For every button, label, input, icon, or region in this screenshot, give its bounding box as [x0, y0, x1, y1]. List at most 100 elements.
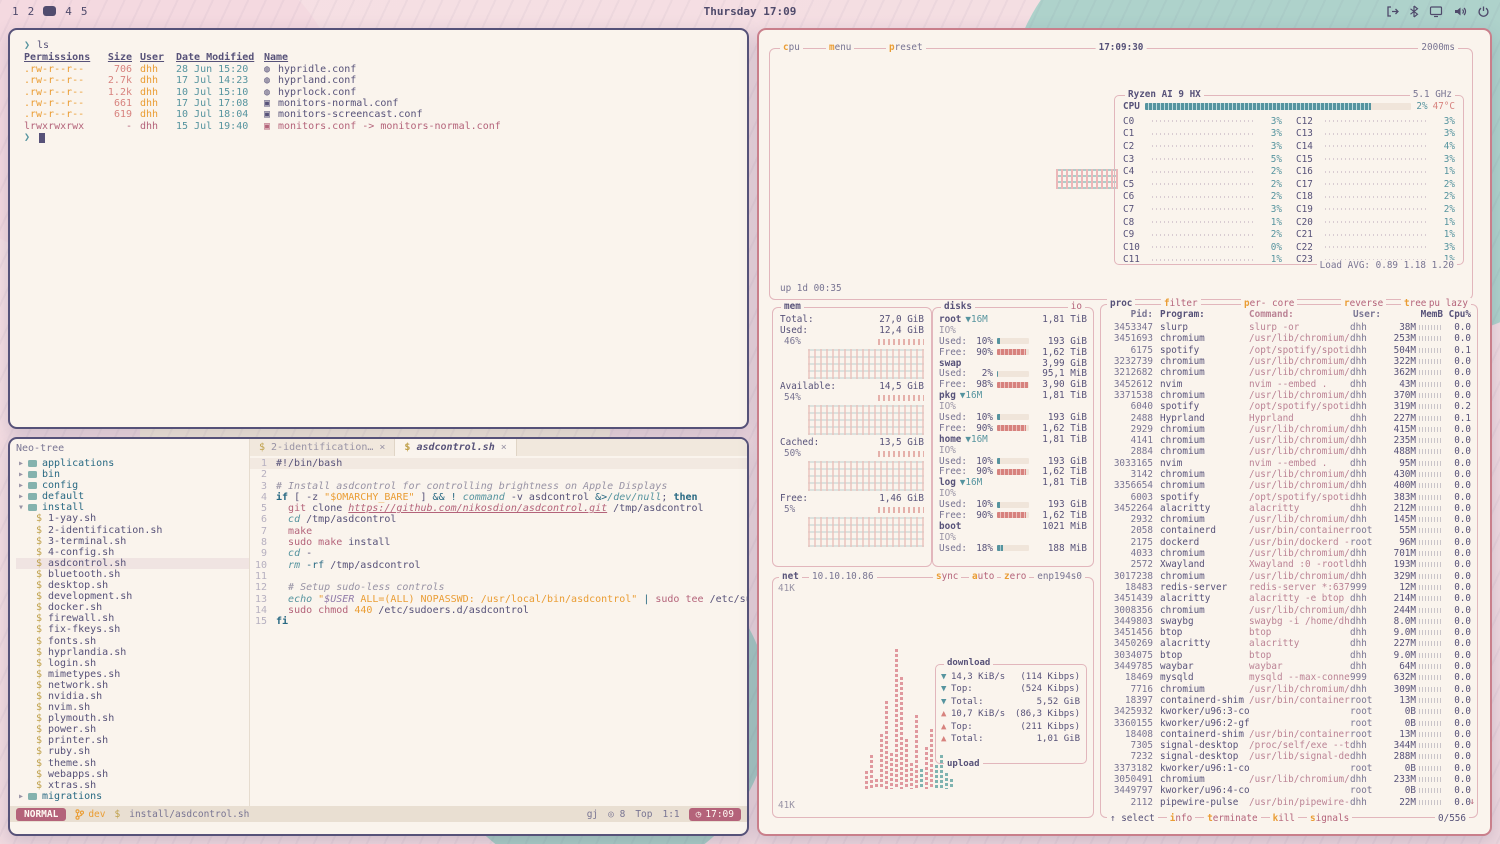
io-mode-toggle[interactable]: io — [1068, 301, 1085, 312]
proc-option-percore[interactable]: per- core — [1241, 298, 1297, 309]
process-row[interactable]: 2175dockerd/usr/bin/dockerd -root96M0.0 — [1107, 537, 1471, 548]
workspace-5[interactable]: 5 — [81, 5, 88, 18]
prompt-line[interactable]: ❯ — [24, 132, 733, 143]
process-row[interactable]: 3425932kworker/u96:3-coroot0B0.0 — [1107, 706, 1471, 717]
proc-option-filter[interactable]: filter — [1161, 298, 1201, 309]
process-row[interactable]: 3232739chromium/usr/lib/chromium/dhh322M… — [1107, 356, 1471, 367]
process-row[interactable]: 6175spotify/opt/spotify/spotidhh504M0.1 — [1107, 345, 1471, 356]
footer-terminate-button[interactable]: terminate — [1204, 813, 1260, 824]
power-icon[interactable] — [1477, 5, 1490, 18]
tree-item-nvim.sh[interactable]: $nvim.sh — [16, 702, 249, 713]
process-row[interactable]: 3373182kworker/u96:1-coroot0B0.0 — [1107, 763, 1471, 774]
display-icon[interactable] — [1429, 5, 1443, 18]
neovim-window[interactable]: Neo-tree ▸applications▸bin▸config▸defaul… — [8, 437, 749, 836]
proc-option-tree[interactable]: tree — [1401, 298, 1429, 309]
btop-window[interactable]: 17:09:30 2000ms Ryzen AI 9 HX 5.1 GHz CP… — [757, 28, 1492, 836]
volume-icon[interactable] — [1453, 5, 1467, 18]
process-row[interactable]: 3034075btopbtopdhh9.0M0.0 — [1107, 650, 1471, 661]
process-row[interactable]: 18408containerd-shim/usr/bin/containerro… — [1107, 729, 1471, 740]
process-row[interactable]: 18483redis-serverredis-server *:63799912… — [1107, 582, 1471, 593]
proc-column-header[interactable]: Program: — [1153, 309, 1249, 320]
proc-column-header[interactable]: Pid: — [1107, 309, 1153, 320]
workspace-switcher[interactable]: 1245 — [12, 5, 88, 18]
tree-item-fix-fkeys.sh[interactable]: $fix-fkeys.sh — [16, 624, 249, 635]
process-row[interactable]: 3033165nvimnvim --embed .dhh95M0.0 — [1107, 458, 1471, 469]
net-option-auto[interactable]: auto — [969, 571, 997, 582]
workspace-active[interactable] — [43, 6, 56, 16]
process-row[interactable]: 3451439alacrittyalacritty -e btopdhh214M… — [1107, 593, 1471, 604]
scroll-down-indicator[interactable]: ↓ — [1469, 796, 1475, 807]
tree-item-config[interactable]: ▸config — [16, 480, 249, 491]
btop-menu-button[interactable]: menu — [826, 42, 854, 53]
process-row[interactable]: 18469mysqldmysqld --max-conne999632M0.0 — [1107, 672, 1471, 683]
bluetooth-icon[interactable] — [1409, 5, 1419, 18]
process-row[interactable]: 2112pipewire-pulse/usr/bin/pipewire-dhh2… — [1107, 796, 1471, 807]
tree-item-1-yay.sh[interactable]: $1-yay.sh — [16, 513, 249, 524]
tree-item-theme.sh[interactable]: $theme.sh — [16, 758, 249, 769]
proc-column-header[interactable]: User: — [1353, 309, 1385, 320]
tree-item-fonts.sh[interactable]: $fonts.sh — [16, 636, 249, 647]
proc-column-header[interactable]: Cpu% — [1443, 309, 1471, 320]
proc-column-header[interactable]: MemB — [1385, 309, 1443, 320]
tree-item-plymouth.sh[interactable]: $plymouth.sh — [16, 713, 249, 724]
footer-signals-button[interactable]: signals — [1307, 813, 1352, 824]
process-row[interactable]: 3008356chromium/usr/lib/chromium/dhh244M… — [1107, 604, 1471, 615]
tree-item-firewall.sh[interactable]: $firewall.sh — [16, 613, 249, 624]
tree-item-development.sh[interactable]: $development.sh — [16, 591, 249, 602]
process-row[interactable]: 3451693chromium/usr/lib/chromium/dhh253M… — [1107, 333, 1471, 344]
net-option-zero[interactable]: zero — [1001, 571, 1029, 582]
code-editor[interactable]: 1#!/bin/bash23# Install asdcontrol for c… — [250, 456, 747, 806]
btop-cpu-button[interactable]: cpu — [780, 42, 803, 53]
process-row[interactable]: 2932chromium/usr/lib/chromium/dhh145M0.0 — [1107, 514, 1471, 525]
process-row[interactable]: 4033chromium/usr/lib/chromium/dhh701M0.0 — [1107, 548, 1471, 559]
workspace-2[interactable]: 2 — [28, 5, 35, 18]
process-row[interactable]: 3450269alacrittyalacrittydhh227M0.0 — [1107, 638, 1471, 649]
process-row[interactable]: 18397containerd-shim/usr/bin/containerro… — [1107, 695, 1471, 706]
workspace-1[interactable]: 1 — [12, 5, 19, 18]
tree-item-power.sh[interactable]: $power.sh — [16, 724, 249, 735]
tree-item-mimetypes.sh[interactable]: $mimetypes.sh — [16, 669, 249, 680]
net-interface[interactable]: enp194s0 — [1034, 571, 1085, 582]
process-row[interactable]: 2929chromium/usr/lib/chromium/dhh415M0.0 — [1107, 424, 1471, 435]
process-row[interactable]: 2488HyprlandHyprlanddhh227M0.1 — [1107, 412, 1471, 423]
proc-column-header[interactable]: Command: — [1249, 309, 1353, 320]
logout-icon[interactable] — [1386, 5, 1399, 18]
tree-item-2-identification.sh[interactable]: $2-identification.sh — [16, 525, 249, 536]
tree-item-nvidia.sh[interactable]: $nvidia.sh — [16, 691, 249, 702]
update-interval[interactable]: 2000ms — [1418, 42, 1458, 53]
process-row[interactable]: 7232signal-desktop/usr/lib/signal-dedhh2… — [1107, 751, 1471, 762]
tree-item-bluetooth.sh[interactable]: $bluetooth.sh — [16, 569, 249, 580]
tree-item-login.sh[interactable]: $login.sh — [16, 658, 249, 669]
tree-item-migrations[interactable]: ▸migrations — [16, 791, 249, 802]
tree-item-printer.sh[interactable]: $printer.sh — [16, 735, 249, 746]
tree-item-webapps.sh[interactable]: $webapps.sh — [16, 769, 249, 780]
tree-item-applications[interactable]: ▸applications — [16, 458, 249, 469]
process-row[interactable]: 3356654chromium/usr/lib/chromium/dhh400M… — [1107, 480, 1471, 491]
process-row[interactable]: 6003spotify/opt/spotify/spotidhh383M0.0 — [1107, 491, 1471, 502]
tree-item-hyprlandia.sh[interactable]: $hyprlandia.sh — [16, 647, 249, 658]
process-row[interactable]: 2058containerd/usr/bin/containerroot55M0… — [1107, 525, 1471, 536]
proc-option-reverse[interactable]: reverse — [1341, 298, 1386, 309]
tree-item-bin[interactable]: ▸bin — [16, 469, 249, 480]
terminal-window[interactable]: ❯ls PermissionsSizeUserDate ModifiedName… — [8, 28, 749, 429]
tree-item-desktop.sh[interactable]: $desktop.sh — [16, 580, 249, 591]
close-icon[interactable]: × — [501, 442, 507, 453]
process-row[interactable]: 7305signal-desktop/proc/self/exe --tdhh3… — [1107, 740, 1471, 751]
process-row[interactable]: 7716chromium/usr/lib/chromium/dhh309M0.0 — [1107, 684, 1471, 695]
process-row[interactable]: 3452612nvimnvim --embed .dhh43M0.0 — [1107, 378, 1471, 389]
net-option-sync[interactable]: sync — [933, 571, 961, 582]
process-row[interactable]: 3212682chromium/usr/lib/chromium/dhh362M… — [1107, 367, 1471, 378]
process-row[interactable]: 2884chromium/usr/lib/chromium/dhh488M0.0 — [1107, 446, 1471, 457]
process-row[interactable]: 3142chromium/usr/lib/chromium/dhh430M0.0 — [1107, 469, 1471, 480]
tree-item-default[interactable]: ▸default — [16, 491, 249, 502]
process-row[interactable]: 3050491chromium/usr/lib/chromium/dhh233M… — [1107, 774, 1471, 785]
tab-asdcontrol-sh[interactable]: $asdcontrol.sh× — [395, 439, 516, 456]
tree-item-4-config.sh[interactable]: $4-config.sh — [16, 547, 249, 558]
process-row[interactable]: 4141chromium/usr/lib/chromium/dhh235M0.0 — [1107, 435, 1471, 446]
tree-item-xtras.sh[interactable]: $xtras.sh — [16, 780, 249, 791]
process-row[interactable]: 3017238chromium/usr/lib/chromium/dhh329M… — [1107, 571, 1471, 582]
tree-item-asdcontrol.sh[interactable]: $asdcontrol.sh — [16, 558, 249, 569]
tree-item-3-terminal.sh[interactable]: $3-terminal.sh — [16, 536, 249, 547]
tree-item-docker.sh[interactable]: $docker.sh — [16, 602, 249, 613]
process-row[interactable]: 2572XwaylandXwayland :0 -rootldhh193M0.0 — [1107, 559, 1471, 570]
